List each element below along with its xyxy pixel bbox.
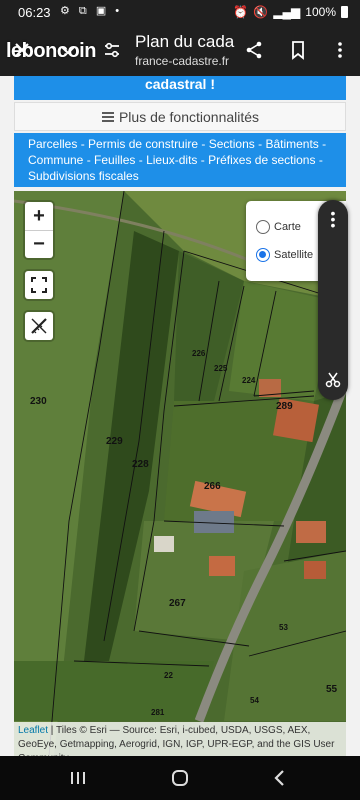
banner: cadastral ! [14,76,346,100]
parcel-label: 55 [326,684,338,695]
link-batiments[interactable]: Bâtiments [265,137,318,151]
link-feuilles[interactable]: Feuilles [94,153,135,167]
battery-icon [341,6,348,18]
link-sections[interactable]: Sections [209,137,255,151]
alarm-icon: ⏰ [233,5,249,19]
feature-links: Parcelles - Permis de construire - Secti… [14,133,346,187]
status-bar: 06:23 ⚙ ⧉ ▣ • ⏰ 🔇 ▂▄▆ 100% [0,0,360,26]
status-right: ⏰ 🔇 ▂▄▆ 100% [233,5,348,19]
link-subdivisions[interactable]: Subdivisions fiscales [28,169,139,183]
radio-satellite[interactable] [256,248,270,262]
parcel-label: 266 [204,481,221,492]
separator: - [197,153,209,167]
separator: - [318,137,327,151]
link-prefixes[interactable]: Préfixes de sections [208,153,315,167]
page-title: Plan du cada... [135,32,235,51]
floating-side-panel[interactable]: • • • [318,200,348,400]
page-url: france-cadastre.fr [135,54,230,68]
link-commune[interactable]: Commune [28,153,83,167]
more-features-button[interactable]: Plus de fonctionnalités [14,102,346,131]
fullscreen-icon [31,277,47,293]
parcel-label: 230 [30,396,47,407]
zoom-out-button[interactable]: − [25,230,53,258]
notification-icons: ⚙ ⧉ ▣ • [60,5,123,17]
leaflet-link[interactable]: Leaflet [18,725,48,736]
link-lieux-dits[interactable]: Lieux-dits [146,153,197,167]
separator: - [254,137,266,151]
layer-label: Satellite [274,249,314,261]
parcel-label: 54 [250,696,259,705]
parcel-label: 229 [106,436,123,447]
separator: - [315,153,323,167]
browser-toolbar: leboncoin Plan du cada... france-cadastr… [0,26,360,76]
zoom-in-button[interactable]: + [25,202,53,230]
hamburger-icon [101,111,114,122]
link-parcelles[interactable]: Parcelles [28,137,77,151]
measure-button[interactable] [25,312,53,340]
map-attribution: Leaflet | Tiles © Esri — Source: Esri, i… [14,722,346,756]
cadastre-map[interactable]: 230 229 228 225 226 224 289 266 267 53 5… [14,191,346,756]
attribution-text: | Tiles © Esri — Source: Esri, i-cubed, … [18,725,335,756]
battery-percent: 100% [305,5,336,19]
parcel-label: 226 [192,349,206,358]
separator: - [135,153,147,167]
link-permis[interactable]: Permis de construire [88,137,198,151]
ruler-pencil-icon [31,318,47,334]
layer-label: Carte [274,221,301,233]
share-icon[interactable] [240,36,268,64]
scissors-icon[interactable] [323,370,343,390]
web-page: cadastral ! Plus de fonctionnalités Parc… [0,76,360,756]
parcel-label: 267 [169,598,186,609]
back-icon[interactable] [260,766,300,790]
separator: - [77,137,89,151]
parcel-label: 281 [151,708,165,717]
parcel-label: 289 [276,401,293,412]
signal-icon: ▂▄▆ [273,5,301,19]
system-nav-bar [0,756,360,800]
mute-icon: 🔇 [253,5,269,19]
more-vert-icon[interactable] [326,36,354,64]
separator: - [83,153,95,167]
radio-carte[interactable] [256,220,270,234]
chevron-down-icon[interactable] [54,36,82,64]
close-icon[interactable] [8,36,36,64]
bookmark-icon[interactable] [284,36,312,64]
tune-icon[interactable] [98,36,126,64]
parcel-label: 53 [279,623,288,632]
separator: - [198,137,209,151]
status-time: 06:23 [18,5,51,20]
recents-icon[interactable] [58,766,98,790]
parcel-label: 224 [242,376,256,385]
zoom-control: + − [25,202,53,258]
parcel-label: 22 [164,671,173,680]
fullscreen-button[interactable] [25,271,53,299]
parcel-label: 228 [132,459,149,470]
more-features-label: Plus de fonctionnalités [118,108,260,125]
parcel-label: 225 [214,364,228,373]
home-icon[interactable] [160,766,200,790]
drag-handle-icon[interactable]: • • • [318,206,348,232]
